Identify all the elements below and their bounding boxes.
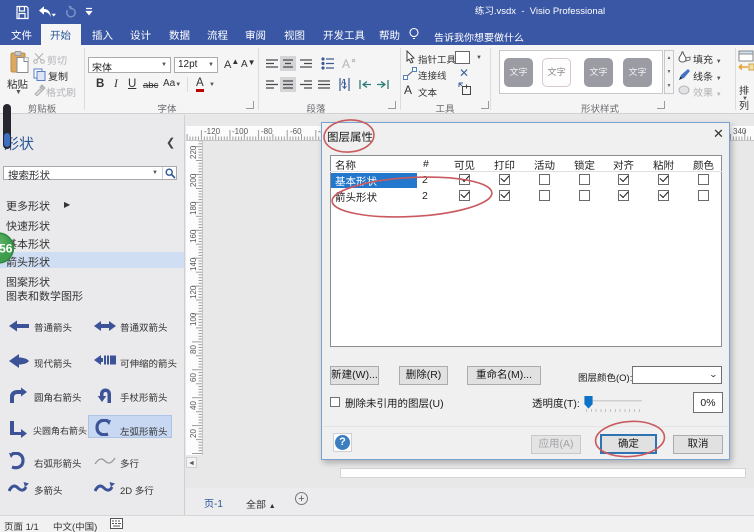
svg-text:160: 160 — [189, 229, 198, 243]
svg-text:A: A — [341, 78, 347, 87]
svg-text:220: 220 — [189, 145, 198, 159]
svg-text:-120: -120 — [204, 127, 221, 136]
svg-text:20: 20 — [189, 429, 198, 438]
svg-text:40: 40 — [189, 401, 198, 410]
svg-text:-100: -100 — [232, 127, 249, 136]
svg-text:-60: -60 — [290, 127, 302, 136]
svg-text:200: 200 — [189, 173, 198, 187]
svg-text:340: 340 — [733, 127, 747, 136]
svg-text:A: A — [342, 57, 350, 71]
svg-text:180: 180 — [189, 201, 198, 215]
svg-text:56: 56 — [0, 242, 13, 256]
svg-text:-80: -80 — [261, 127, 273, 136]
svg-text:80: 80 — [189, 345, 198, 354]
svg-text:60: 60 — [189, 373, 198, 382]
svg-text:140: 140 — [189, 257, 198, 271]
svg-text:120: 120 — [189, 285, 198, 299]
svg-text:100: 100 — [189, 312, 198, 326]
